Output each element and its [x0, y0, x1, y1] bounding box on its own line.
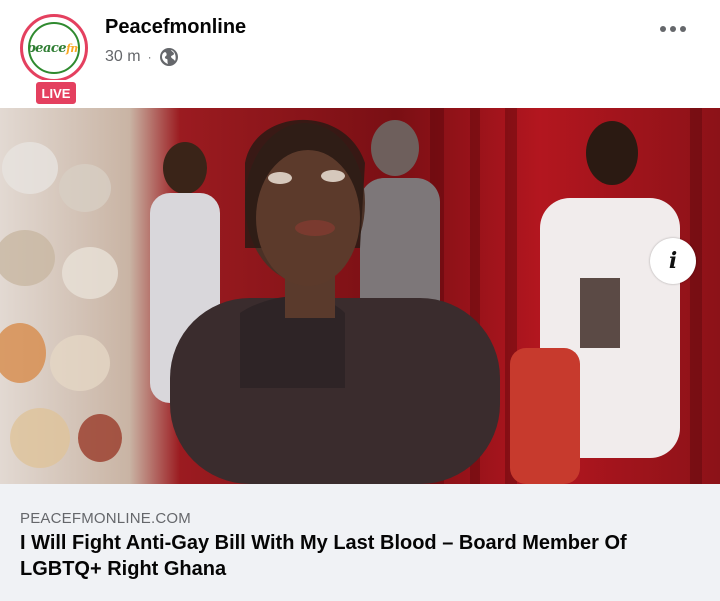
- link-title[interactable]: I Will Fight Anti-Gay Bill With My Last …: [20, 530, 700, 582]
- logo-text: peacefm: [28, 40, 80, 56]
- more-options-button[interactable]: [656, 20, 690, 38]
- post-image[interactable]: i: [0, 108, 720, 484]
- live-badge: LIVE: [34, 80, 78, 106]
- link-domain: PEACEFMONLINE.COM: [20, 510, 191, 527]
- info-icon: i: [668, 248, 678, 274]
- info-button[interactable]: i: [650, 238, 696, 284]
- more-dot: [670, 26, 676, 32]
- page-name[interactable]: Peacefmonline: [105, 16, 246, 39]
- more-dot: [680, 26, 686, 32]
- post-meta: 30 m ·: [105, 47, 179, 67]
- post-header: peacefm LIVE Peacefmonline 30 m ·: [0, 0, 720, 108]
- post-time[interactable]: 30 m: [105, 48, 141, 66]
- live-ring: peacefm: [20, 14, 88, 82]
- more-dot: [660, 26, 666, 32]
- meta-separator: ·: [147, 50, 152, 64]
- peacefm-logo: peacefm: [28, 22, 80, 74]
- globe-icon[interactable]: [159, 47, 179, 67]
- photo-illustration: [0, 108, 720, 484]
- page-avatar[interactable]: peacefm LIVE: [20, 14, 92, 106]
